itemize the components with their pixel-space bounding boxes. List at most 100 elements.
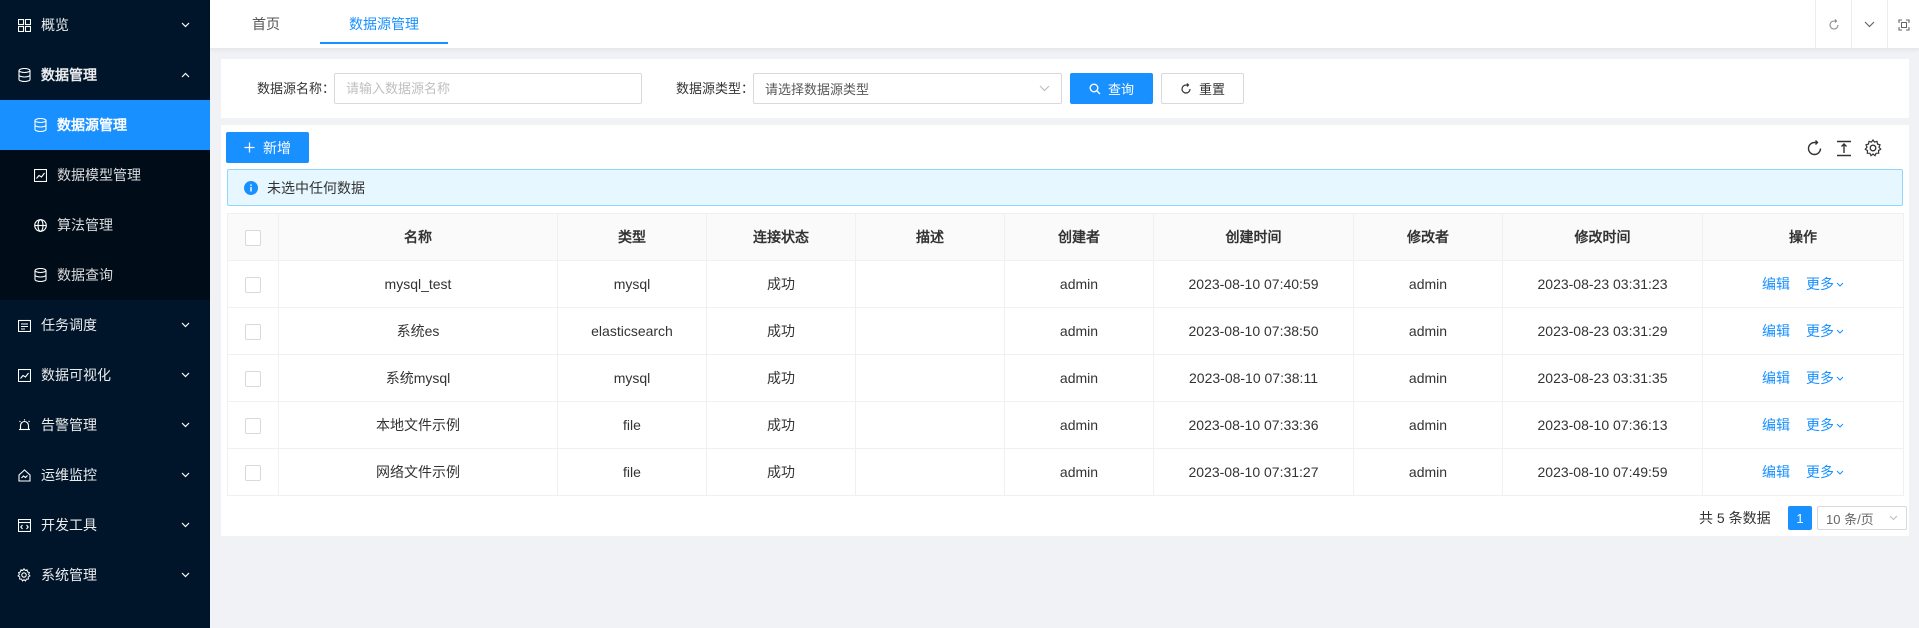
sidebar-item-algorithm-management[interactable]: 算法管理 — [0, 200, 210, 250]
more-label: 更多 — [1806, 464, 1834, 480]
edit-link[interactable]: 编辑 — [1762, 276, 1790, 292]
edit-link[interactable]: 编辑 — [1762, 370, 1790, 386]
pagination-page-1[interactable]: 1 — [1788, 506, 1812, 530]
table-row: 本地文件示例 file 成功 admin 2023-08-10 07:33:36… — [227, 401, 1904, 449]
more-label: 更多 — [1806, 417, 1834, 433]
row-checkbox[interactable] — [245, 417, 261, 434]
cell-status: 成功 — [706, 401, 856, 449]
cell-name: 网络文件示例 — [278, 448, 558, 496]
column-header-name[interactable]: 名称 — [278, 213, 558, 261]
chevron-down-icon — [180, 320, 190, 330]
cell-creator: admin — [1004, 260, 1154, 308]
refresh-tab-button[interactable] — [1815, 0, 1851, 49]
more-dropdown[interactable]: 更多 — [1806, 368, 1844, 388]
refresh-icon — [1828, 18, 1840, 31]
edit-link[interactable]: 编辑 — [1762, 417, 1790, 433]
column-header-type[interactable]: 类型 — [557, 213, 707, 261]
more-dropdown[interactable]: 更多 — [1806, 415, 1844, 435]
column-header-modified[interactable]: 修改时间 — [1502, 213, 1703, 261]
column-header-creator[interactable]: 创建者 — [1004, 213, 1154, 261]
row-checkbox[interactable] — [245, 464, 261, 481]
page-size-select[interactable]: 10 条/页 — [1817, 506, 1907, 530]
sidebar-item-datasource-management[interactable]: 数据源管理 — [0, 100, 210, 150]
chevron-down-icon — [1836, 329, 1844, 334]
column-header-modifier[interactable]: 修改者 — [1353, 213, 1503, 261]
tab-home[interactable]: 首页 — [240, 0, 292, 44]
edit-link[interactable]: 编辑 — [1762, 464, 1790, 480]
cell-status: 成功 — [706, 307, 856, 355]
cell-created: 2023-08-10 07:40:59 — [1153, 260, 1354, 308]
chevron-down-icon — [180, 420, 190, 430]
more-dropdown[interactable]: 更多 — [1806, 321, 1844, 341]
query-button[interactable]: 查询 — [1070, 73, 1153, 104]
info-icon — [244, 180, 258, 195]
cell-modifier: admin — [1353, 260, 1503, 308]
fullscreen-icon — [1897, 18, 1910, 31]
column-header-desc[interactable]: 描述 — [855, 213, 1005, 261]
reset-button[interactable]: 重置 — [1161, 73, 1244, 104]
sidebar-item-label: 开发工具 — [41, 517, 97, 533]
cell-status: 成功 — [706, 448, 856, 496]
datasource-name-input[interactable] — [334, 73, 642, 104]
column-header-created[interactable]: 创建时间 — [1153, 213, 1354, 261]
sidebar-item-label: 数据可视化 — [41, 367, 111, 383]
row-checkbox[interactable] — [245, 370, 261, 387]
select-all-checkbox[interactable] — [245, 229, 261, 246]
cell-modified: 2023-08-10 07:49:59 — [1502, 448, 1703, 496]
cell-creator: admin — [1004, 401, 1154, 449]
cell-desc — [855, 448, 1005, 496]
grid-icon — [17, 18, 31, 32]
sidebar-item-label: 算法管理 — [57, 217, 113, 233]
datasource-type-select[interactable]: 请选择数据源类型 — [753, 73, 1062, 104]
database-icon — [33, 118, 47, 132]
sidebar-item-datamodel-management[interactable]: 数据模型管理 — [0, 150, 210, 200]
more-dropdown[interactable]: 更多 — [1806, 274, 1844, 294]
selection-alert: 未选中任何数据 — [227, 169, 1903, 206]
sidebar-item-dev-tools[interactable]: 开发工具 — [0, 500, 210, 550]
schedule-icon — [17, 318, 31, 332]
sidebar-item-data-visualization[interactable]: 数据可视化 — [0, 350, 210, 400]
sidebar-item-label: 数据源管理 — [57, 117, 127, 133]
chevron-down-icon — [180, 20, 190, 30]
cell-type: elasticsearch — [557, 307, 707, 355]
row-select-cell — [227, 401, 279, 449]
refresh-table-button[interactable] — [1805, 139, 1823, 157]
datasource-name-label: 数据源名称： — [257, 81, 336, 96]
globe-icon — [33, 218, 47, 232]
query-button-label: 查询 — [1107, 82, 1134, 97]
tab-menu-button[interactable] — [1851, 0, 1887, 49]
chart-icon — [33, 168, 47, 182]
column-header-status[interactable]: 连接状态 — [706, 213, 856, 261]
cell-creator: admin — [1004, 354, 1154, 402]
reload-icon — [1180, 82, 1192, 95]
cell-name: 系统es — [278, 307, 558, 355]
column-height-icon — [1836, 140, 1852, 157]
sidebar-item-task-scheduling[interactable]: 任务调度 — [0, 300, 210, 350]
row-checkbox[interactable] — [245, 276, 261, 293]
add-button[interactable]: 新增 — [226, 132, 309, 163]
sidebar-item-alarm-management[interactable]: 告警管理 — [0, 400, 210, 450]
database-icon — [17, 68, 31, 82]
row-checkbox[interactable] — [245, 323, 261, 340]
chevron-down-icon — [1039, 85, 1050, 92]
chevron-down-icon — [1836, 423, 1844, 428]
column-height-button[interactable] — [1835, 139, 1853, 157]
datasource-table: 名称 类型 连接状态 描述 创建者 创建时间 修改者 修改时间 操作 mysql… — [227, 213, 1904, 496]
sidebar: 概览 数据管理 数据源管理 数据模型管理 算法管理 数据查询 任务调度 数据可视… — [0, 0, 210, 628]
more-dropdown[interactable]: 更多 — [1806, 462, 1844, 482]
table-settings-button[interactable] — [1864, 139, 1882, 157]
edit-link[interactable]: 编辑 — [1762, 323, 1790, 339]
sidebar-item-data-management[interactable]: 数据管理 — [0, 50, 210, 100]
sidebar-item-overview[interactable]: 概览 — [0, 0, 210, 50]
sidebar-item-system-management[interactable]: 系统管理 — [0, 550, 210, 600]
sidebar-item-label: 数据查询 — [57, 267, 113, 283]
refresh-icon — [1806, 139, 1823, 157]
select-all-cell — [227, 213, 279, 261]
fullscreen-button[interactable] — [1887, 0, 1919, 49]
sidebar-item-ops-monitoring[interactable]: 运维监控 — [0, 450, 210, 500]
sidebar-item-label: 任务调度 — [41, 317, 97, 333]
row-select-cell — [227, 260, 279, 308]
sidebar-item-label: 数据管理 — [41, 67, 97, 83]
tab-datasource-management[interactable]: 数据源管理 — [320, 0, 448, 44]
sidebar-item-data-query[interactable]: 数据查询 — [0, 250, 210, 300]
